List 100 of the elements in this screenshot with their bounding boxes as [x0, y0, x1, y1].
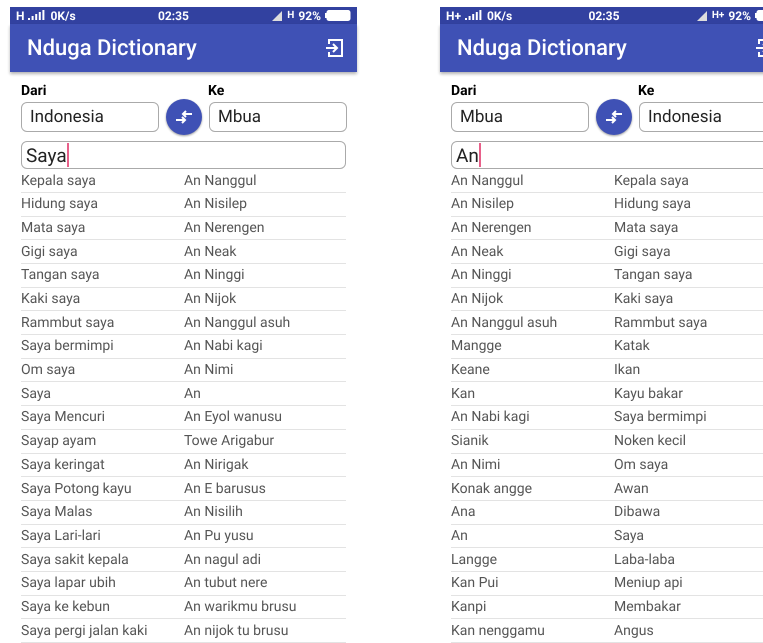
- search-field[interactable]: An: [451, 141, 763, 170]
- to-language-field[interactable]: Mbua: [209, 102, 347, 132]
- source-word[interactable]: Keane: [451, 362, 614, 378]
- source-word[interactable]: Kan: [451, 386, 614, 402]
- source-word[interactable]: An Nerengen: [451, 220, 614, 236]
- translation-word[interactable]: Hidung saya: [614, 196, 763, 212]
- translation-word[interactable]: Om saya: [614, 456, 763, 473]
- source-word[interactable]: An Nabi kagi: [451, 409, 614, 426]
- translation-word[interactable]: An: [184, 386, 346, 402]
- source-word[interactable]: Mangge: [451, 338, 614, 354]
- source-word[interactable]: Kanpi: [451, 598, 614, 615]
- source-word[interactable]: Rammbut saya: [21, 314, 184, 331]
- source-word[interactable]: An Nanggul: [451, 172, 614, 189]
- translation-word[interactable]: Towe Arigabur: [184, 433, 346, 450]
- source-word[interactable]: Saya ke kebun: [21, 598, 184, 615]
- translation-word[interactable]: An warikmu brusu: [184, 598, 346, 615]
- source-word[interactable]: An Neak: [451, 244, 614, 260]
- translation-word[interactable]: Rammbut saya: [614, 314, 763, 331]
- translation-word[interactable]: Saya: [614, 528, 763, 544]
- source-word[interactable]: Saya Potong kayu: [21, 480, 184, 497]
- exit-icon[interactable]: [324, 38, 344, 58]
- from-label: Dari: [451, 84, 478, 100]
- translation-word[interactable]: An nagul adi: [184, 552, 346, 568]
- clock: 02:35: [588, 8, 620, 23]
- translation-word[interactable]: An Nisilep: [184, 196, 346, 212]
- source-word[interactable]: Saya pergi jalan kaki: [21, 622, 184, 639]
- source-word[interactable]: Ana: [451, 504, 614, 520]
- source-word[interactable]: Saya sakit kepala: [21, 552, 184, 568]
- translation-word[interactable]: An Eyol wanusu: [184, 409, 346, 426]
- source-word[interactable]: Saya lapar ubih: [21, 575, 184, 592]
- signal-icon: [28, 10, 46, 22]
- translation-word[interactable]: Katak: [614, 338, 763, 354]
- source-word[interactable]: An Nisilep: [451, 196, 614, 212]
- source-word[interactable]: An: [451, 528, 614, 544]
- source-word[interactable]: Om saya: [21, 362, 184, 378]
- source-word[interactable]: Langge: [451, 552, 614, 568]
- source-word[interactable]: Kaki saya: [21, 291, 184, 308]
- source-word[interactable]: Saya Malas: [21, 504, 184, 520]
- translation-word[interactable]: An Pu yusu: [184, 528, 346, 544]
- source-word[interactable]: Saya Lari-lari: [21, 528, 184, 544]
- source-word[interactable]: An Nijok: [451, 291, 614, 308]
- translation-word[interactable]: An Nirigak: [184, 456, 346, 473]
- from-label: Dari: [21, 84, 48, 100]
- to-language-field[interactable]: Indonesia: [639, 102, 763, 132]
- translation-word[interactable]: Kaki saya: [614, 291, 763, 308]
- source-word[interactable]: Kan Pui: [451, 575, 614, 592]
- translation-word[interactable]: An nijok tu brusu: [184, 622, 346, 639]
- translation-word[interactable]: An Nanggul asuh: [184, 314, 346, 331]
- translation-word[interactable]: An tubut nere: [184, 575, 346, 592]
- translation-word[interactable]: Awan: [614, 480, 763, 497]
- translation-word[interactable]: Saya bermimpi: [614, 409, 763, 426]
- battery-level: 92%: [728, 8, 751, 23]
- app-title: Nduga Dictionary: [27, 36, 197, 61]
- data-type: H: [287, 10, 294, 22]
- translation-word[interactable]: Kayu bakar: [614, 386, 763, 402]
- translation-word[interactable]: An Ninggi: [184, 267, 346, 284]
- source-word[interactable]: Hidung saya: [21, 196, 184, 212]
- translation-word[interactable]: Dibawa: [614, 504, 763, 520]
- translation-word[interactable]: An Neak: [184, 244, 346, 260]
- translation-word[interactable]: An Nanggul: [184, 172, 346, 189]
- translation-word[interactable]: An Nimi: [184, 362, 346, 378]
- source-word[interactable]: An Ninggi: [451, 267, 614, 284]
- signal-icon: [465, 10, 484, 22]
- translation-word[interactable]: An Nerengen: [184, 220, 346, 236]
- translation-word[interactable]: Ikan: [614, 362, 763, 378]
- translation-word[interactable]: Tangan saya: [614, 267, 763, 284]
- translation-word[interactable]: Laba-laba: [614, 552, 763, 568]
- source-word[interactable]: Konak angge: [451, 480, 614, 497]
- source-word[interactable]: Sianik: [451, 433, 614, 450]
- source-word[interactable]: Gigi saya: [21, 244, 184, 260]
- search-field[interactable]: Saya: [21, 141, 346, 170]
- source-word[interactable]: Kan nenggamu: [451, 622, 614, 639]
- source-word[interactable]: Sayap ayam: [21, 433, 184, 450]
- translation-word[interactable]: An Nabi kagi: [184, 338, 346, 354]
- source-word[interactable]: Tangan saya: [21, 267, 184, 284]
- battery-icon: [325, 10, 351, 22]
- translation-word[interactable]: Gigi saya: [614, 244, 763, 260]
- source-word[interactable]: Saya Mencuri: [21, 409, 184, 426]
- translation-word[interactable]: An Nisilih: [184, 504, 346, 520]
- from-language-field[interactable]: Indonesia: [21, 102, 159, 132]
- swap-icon: [175, 110, 193, 124]
- source-word[interactable]: Saya: [21, 386, 184, 402]
- source-word[interactable]: Saya keringat: [21, 456, 184, 473]
- source-word[interactable]: An Nimi: [451, 456, 614, 473]
- translation-word[interactable]: Kepala saya: [614, 172, 763, 189]
- swap-button[interactable]: [596, 99, 632, 136]
- source-word[interactable]: An Nanggul asuh: [451, 314, 614, 331]
- source-word[interactable]: Saya bermimpi: [21, 338, 184, 354]
- translation-word[interactable]: Noken kecil: [614, 433, 763, 450]
- translation-word[interactable]: An E barusus: [184, 480, 346, 497]
- translation-word[interactable]: Angus: [614, 622, 763, 639]
- translation-word[interactable]: Meniup api: [614, 575, 763, 592]
- translation-word[interactable]: Membakar: [614, 598, 763, 615]
- source-word[interactable]: Kepala saya: [21, 172, 184, 189]
- to-label: Ke: [208, 84, 226, 100]
- swap-button[interactable]: [166, 99, 202, 136]
- source-word[interactable]: Mata saya: [21, 220, 184, 236]
- translation-word[interactable]: Mata saya: [614, 220, 763, 236]
- translation-word[interactable]: An Nijok: [184, 291, 346, 308]
- from-language-field[interactable]: Mbua: [451, 102, 589, 132]
